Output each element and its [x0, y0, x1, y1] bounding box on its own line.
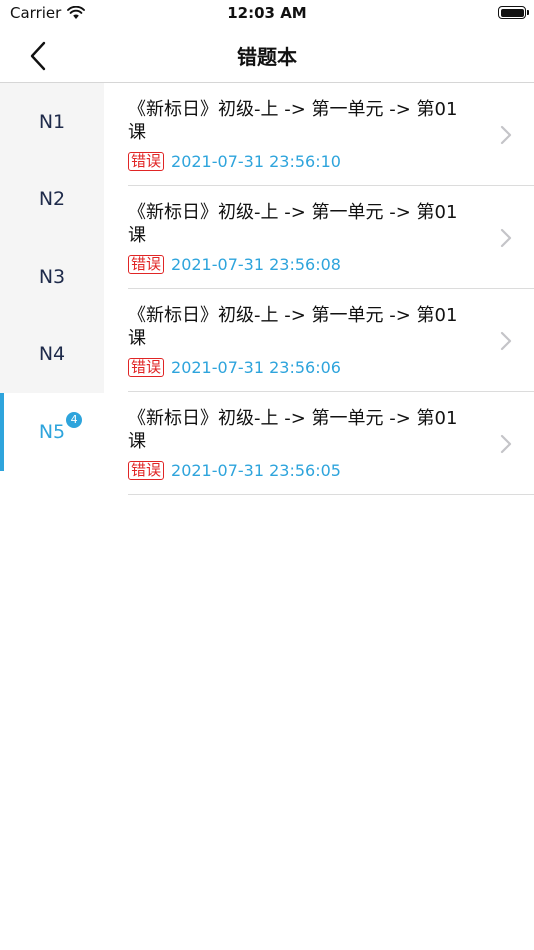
- level-tab-label: N3: [38, 265, 66, 288]
- mistake-list: 《新标日》初级-上 -> 第一单元 -> 第01课 错误 2021-07-31 …: [128, 83, 534, 495]
- list-item[interactable]: 《新标日》初级-上 -> 第一单元 -> 第01课 错误 2021-07-31 …: [128, 186, 534, 289]
- list-item[interactable]: 《新标日》初级-上 -> 第一单元 -> 第01课 错误 2021-07-31 …: [128, 392, 534, 495]
- item-meta: 错误 2021-07-31 23:56:05: [128, 461, 341, 480]
- chevron-right-icon: [500, 125, 512, 145]
- item-timestamp: 2021-07-31 23:56:08: [171, 255, 341, 274]
- level-tab-n5[interactable]: N5 4: [0, 393, 104, 471]
- battery-icon: [498, 6, 529, 19]
- level-tab-label: N2: [38, 188, 66, 211]
- level-tab-n2[interactable]: N2: [0, 161, 104, 239]
- level-tab-text: N5: [38, 420, 66, 443]
- list-item[interactable]: 《新标日》初级-上 -> 第一单元 -> 第01课 错误 2021-07-31 …: [128, 83, 534, 186]
- level-menu: N1 N2 N3 N4 N5 4: [0, 83, 104, 471]
- list-item[interactable]: 《新标日》初级-上 -> 第一单元 -> 第01课 错误 2021-07-31 …: [128, 289, 534, 392]
- item-meta: 错误 2021-07-31 23:56:08: [128, 255, 341, 274]
- level-tab-label: N5 4: [38, 411, 83, 443]
- chevron-right-icon: [500, 228, 512, 248]
- level-tab-n1[interactable]: N1: [0, 83, 104, 161]
- level-tab-label: N4: [38, 343, 66, 366]
- item-timestamp: 2021-07-31 23:56:10: [171, 152, 341, 171]
- status-bar: Carrier 12:03 AM: [0, 0, 534, 28]
- error-tag: 错误: [128, 461, 165, 480]
- count-badge: 4: [66, 411, 83, 428]
- chevron-right-icon: [500, 434, 512, 454]
- error-tag: 错误: [128, 255, 165, 274]
- item-title: 《新标日》初级-上 -> 第一单元 -> 第01课: [128, 305, 458, 349]
- navigation-bar: 错题本: [0, 28, 534, 83]
- item-timestamp: 2021-07-31 23:56:05: [171, 461, 341, 480]
- item-meta: 错误 2021-07-31 23:56:06: [128, 358, 341, 377]
- chevron-right-icon: [500, 331, 512, 351]
- level-tab-n4[interactable]: N4: [0, 316, 104, 394]
- item-timestamp: 2021-07-31 23:56:06: [171, 358, 341, 377]
- item-meta: 错误 2021-07-31 23:56:10: [128, 152, 341, 171]
- error-tag: 错误: [128, 152, 165, 171]
- active-indicator: [0, 393, 4, 471]
- battery-level: [500, 8, 524, 17]
- item-title: 《新标日》初级-上 -> 第一单元 -> 第01课: [128, 202, 458, 246]
- status-time: 12:03 AM: [227, 4, 307, 22]
- item-title: 《新标日》初级-上 -> 第一单元 -> 第01课: [128, 408, 458, 452]
- level-tab-n3[interactable]: N3: [0, 238, 104, 316]
- level-tab-label: N1: [38, 110, 66, 133]
- error-tag: 错误: [128, 358, 165, 377]
- item-title: 《新标日》初级-上 -> 第一单元 -> 第01课: [128, 99, 458, 143]
- page-title: 错题本: [237, 45, 297, 69]
